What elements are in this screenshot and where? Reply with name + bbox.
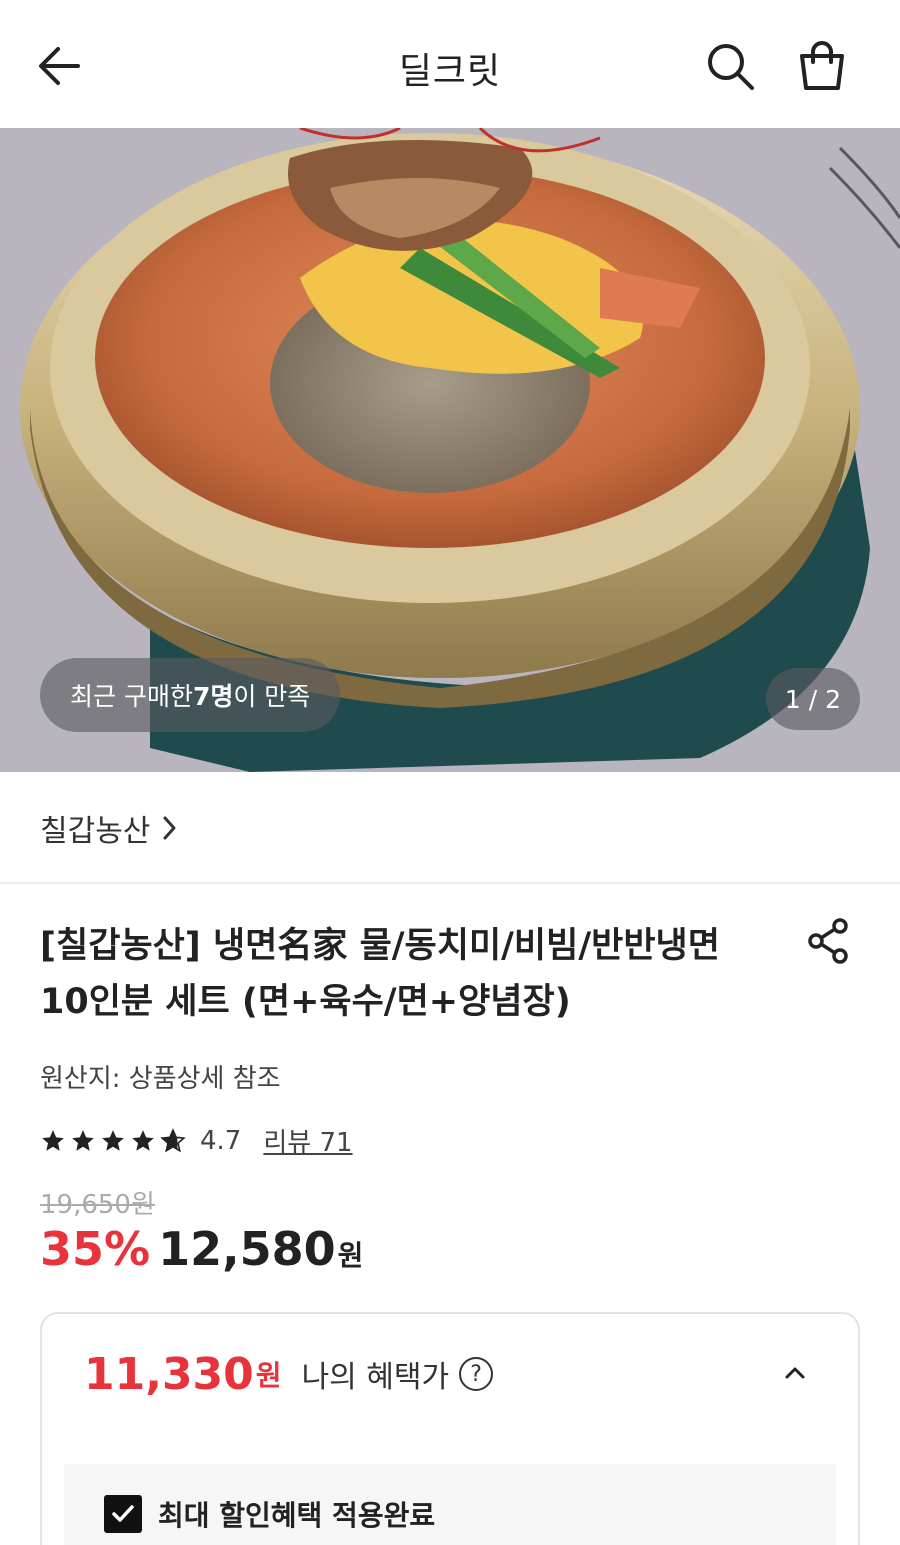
benefit-label: 나의 혜택가 xyxy=(301,1360,450,1395)
checkmark-icon xyxy=(112,1505,134,1522)
chevron-up-icon[interactable] xyxy=(780,1358,810,1388)
star-icon xyxy=(132,1129,154,1151)
star-icon xyxy=(72,1129,94,1151)
rating-stars xyxy=(40,1127,186,1154)
currency-unit: 원 xyxy=(337,1239,364,1272)
question-circle-icon[interactable]: ? xyxy=(459,1357,494,1391)
benefit-panel: 11,330 원 나의 혜택가 ? 최대 할인혜택 적용완료 xyxy=(40,1312,860,1545)
product-title: [칠갑농산] 냉면名家 물/동치미/비빔/반반냉면 10인분 세트 (면+육수/… xyxy=(40,926,720,1022)
benefit-price: 11,330 xyxy=(84,1348,254,1400)
discount-rate: 35% xyxy=(40,1222,151,1276)
page-title: 딜크릿 xyxy=(398,51,502,92)
seller-name: 칠갑농산 xyxy=(40,814,151,849)
star-half-icon xyxy=(160,1127,186,1152)
shopping-bag-icon[interactable] xyxy=(794,38,850,94)
carousel-pager: 1 / 2 xyxy=(766,668,860,730)
share-icon[interactable] xyxy=(804,916,854,966)
checkbox[interactable] xyxy=(104,1495,142,1533)
product-image-carousel[interactable]: 최근 구매한 7명 이 만족 1 / 2 xyxy=(0,128,900,772)
benefit-currency: 원 xyxy=(255,1359,282,1392)
rating-row: 4.7 리뷰 71 xyxy=(40,1122,353,1159)
star-icon xyxy=(42,1129,64,1151)
max-discount-check-row[interactable]: 최대 할인혜택 적용완료 xyxy=(104,1494,435,1534)
purchase-suffix: 이 만족 xyxy=(233,682,311,711)
review-link[interactable]: 리뷰 71 xyxy=(263,1122,352,1159)
purchase-prefix: 최근 구매한 xyxy=(70,682,193,711)
purchase-count: 7명 xyxy=(192,682,234,711)
price-row: 35% 12,580 원 xyxy=(40,1222,363,1276)
original-price: 19,650원 xyxy=(40,1190,155,1220)
top-app-bar: 딜크릿 xyxy=(0,0,900,128)
search-icon[interactable] xyxy=(702,38,758,94)
benefit-detail: 최대 할인혜택 적용완료 xyxy=(64,1464,836,1545)
sale-price: 12,580 xyxy=(158,1222,336,1276)
discount-applied-label: 최대 할인혜택 적용완료 xyxy=(158,1499,436,1532)
divider xyxy=(0,882,900,884)
seller-link[interactable]: 칠갑농산 xyxy=(40,806,178,850)
star-icon xyxy=(102,1129,124,1151)
chevron-right-icon xyxy=(163,816,176,840)
origin-info: 원산지: 상품상세 참조 xyxy=(40,1064,281,1094)
benefit-toggle[interactable]: 11,330 원 나의 혜택가 ? xyxy=(42,1314,858,1434)
rating-score: 4.7 xyxy=(200,1125,242,1156)
purchase-satisfaction-badge: 최근 구매한 7명 이 만족 xyxy=(40,658,341,732)
